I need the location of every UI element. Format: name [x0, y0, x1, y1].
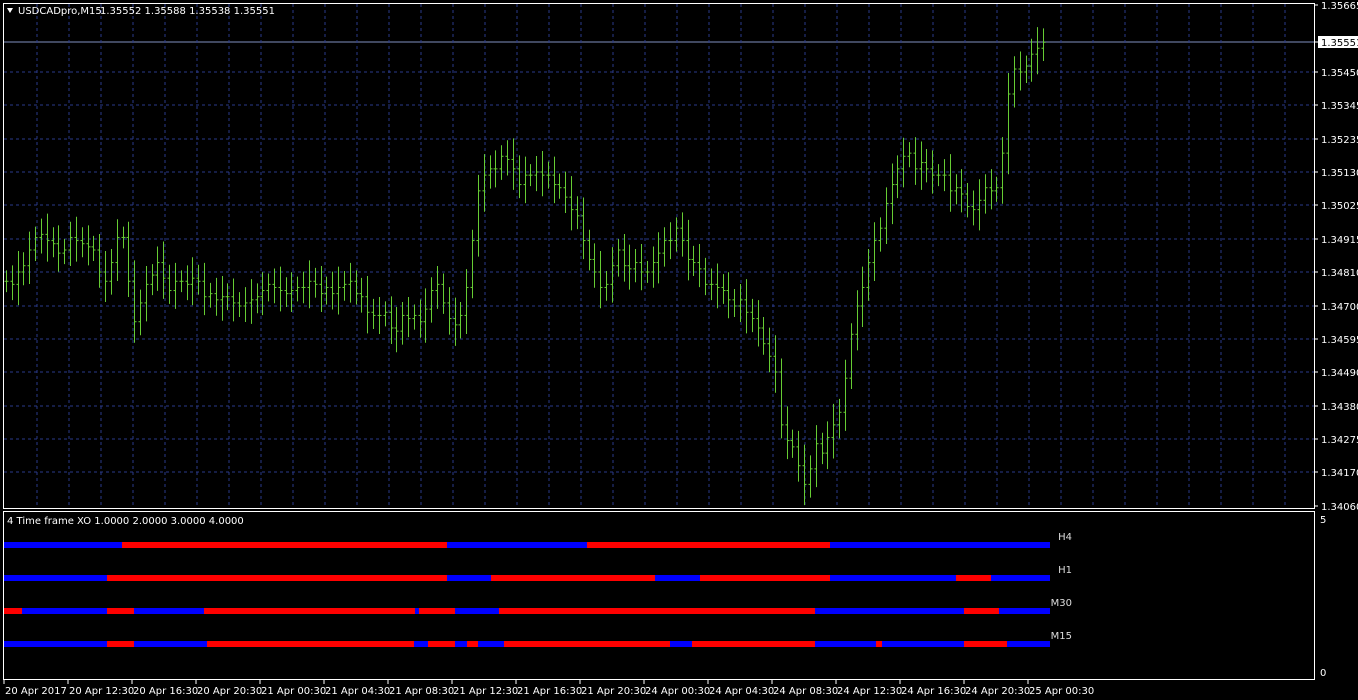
bull-segment	[991, 575, 1050, 581]
time-tick-label: 21 Apr 12:30	[453, 686, 518, 697]
price-tick-label: 1.34700	[1321, 302, 1358, 313]
bear-segment	[204, 608, 415, 614]
bear-segment	[428, 641, 455, 647]
bull-segment	[22, 608, 107, 614]
bull-segment	[134, 641, 207, 647]
bear-segment	[107, 641, 134, 647]
bear-segment	[107, 575, 447, 581]
bull-segment	[815, 641, 876, 647]
price-tick-label: 1.34915	[1321, 235, 1358, 246]
bull-segment	[455, 641, 467, 647]
price-tick-label: 1.34810	[1321, 268, 1358, 279]
price-tick-label: 1.35235	[1321, 135, 1358, 146]
bear-segment	[207, 641, 414, 647]
price-tick-label: 1.34170	[1321, 468, 1358, 479]
bull-segment	[4, 575, 107, 581]
bull-segment	[815, 608, 964, 614]
bull-segment	[455, 608, 499, 614]
bull-segment	[134, 608, 204, 614]
indicator-scale-max: 5	[1320, 515, 1326, 526]
bull-segment	[830, 542, 1050, 548]
current-price-label: 1.35551	[1321, 38, 1358, 49]
bear-segment	[504, 641, 670, 647]
bear-segment	[419, 608, 455, 614]
bull-segment	[4, 641, 107, 647]
bear-segment	[700, 575, 830, 581]
bull-segment	[999, 608, 1050, 614]
bear-segment	[876, 641, 882, 647]
bear-segment	[956, 575, 991, 581]
bear-segment	[467, 641, 478, 647]
price-tick-label: 1.35450	[1321, 68, 1358, 79]
time-tick-label: 24 Apr 08:30	[773, 686, 838, 697]
indicator-title: 4 Time frame XO 1.0000 2.0000 3.0000 4.0…	[7, 516, 244, 527]
time-tick-label: 20 Apr 12:30	[69, 686, 134, 697]
time-tick-label: 24 Apr 12:30	[837, 686, 902, 697]
bear-segment	[587, 542, 830, 548]
bull-segment	[4, 542, 122, 548]
time-tick-label: 24 Apr 04:30	[709, 686, 774, 697]
bull-segment	[447, 542, 587, 548]
time-tick-label: 21 Apr 08:30	[389, 686, 454, 697]
time-tick-label: 21 Apr 20:30	[581, 686, 646, 697]
time-tick-label: 21 Apr 00:30	[261, 686, 326, 697]
bull-segment	[447, 575, 491, 581]
row-label: H1	[1058, 565, 1072, 576]
price-tick-label: 1.34380	[1321, 402, 1358, 413]
bear-segment	[122, 542, 447, 548]
bear-segment	[964, 641, 1007, 647]
price-tick-label: 1.34595	[1321, 335, 1358, 346]
bear-segment	[692, 641, 815, 647]
price-tick-label: 1.35665	[1321, 1, 1358, 12]
bear-segment	[4, 608, 22, 614]
symbol-title: USDCADpro,M15	[18, 6, 102, 17]
bull-segment	[414, 641, 428, 647]
price-tick-label: 1.35025	[1321, 201, 1358, 212]
bull-segment	[830, 575, 956, 581]
row-label: H4	[1058, 532, 1072, 543]
price-tick-label: 1.35345	[1321, 101, 1358, 112]
time-tick-label: 24 Apr 00:30	[645, 686, 710, 697]
time-tick-label: 21 Apr 04:30	[325, 686, 390, 697]
time-tick-label: 24 Apr 16:30	[901, 686, 966, 697]
ohlc-readout: 1.35552 1.35588 1.35538 1.35551	[100, 6, 275, 17]
time-tick-label: 20 Apr 16:30	[133, 686, 198, 697]
bear-segment	[107, 608, 134, 614]
price-tick-label: 1.35130	[1321, 168, 1358, 179]
bull-segment	[655, 575, 700, 581]
time-tick-label: 25 Apr 00:30	[1029, 686, 1094, 697]
bull-segment	[1007, 641, 1050, 647]
chart-canvas[interactable]: H4 H1 M30 M15 USDCADpro,M15 1.35552 1.35588…	[0, 0, 1358, 700]
time-tick-label: 21 Apr 16:30	[517, 686, 582, 697]
row-label: M15	[1051, 631, 1072, 642]
time-tick-label: 20 Apr 20:30	[197, 686, 262, 697]
time-tick-label: 24 Apr 20:30	[965, 686, 1030, 697]
bull-segment	[478, 641, 504, 647]
bear-segment	[499, 608, 815, 614]
bull-segment	[882, 641, 964, 647]
bull-segment	[415, 608, 419, 614]
price-tick-label: 1.34275	[1321, 435, 1358, 446]
row-label: M30	[1051, 598, 1072, 609]
bear-segment	[491, 575, 655, 581]
bull-segment	[670, 641, 692, 647]
bear-segment	[964, 608, 999, 614]
price-tick-label: 1.34060	[1321, 502, 1358, 513]
time-tick-label: 20 Apr 2017	[5, 686, 67, 697]
indicator-scale-min: 0	[1320, 668, 1326, 679]
price-tick-label: 1.34490	[1321, 368, 1358, 379]
